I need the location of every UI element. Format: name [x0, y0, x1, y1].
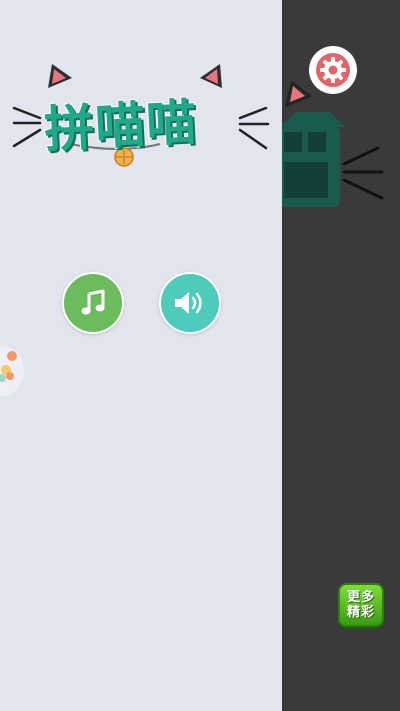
- game-screen: 更多 精彩 拼喵喵: [0, 0, 400, 711]
- more-games-label-line2: 精彩: [346, 605, 375, 620]
- background-title-logo: [280, 80, 384, 207]
- more-games-button[interactable]: 更多 精彩: [338, 583, 384, 627]
- music-toggle-button[interactable]: [62, 272, 124, 334]
- more-games-label-line1: 更多: [346, 590, 375, 605]
- speaker-volume-icon: [175, 292, 202, 314]
- game-title-logo: 拼喵喵: [10, 58, 272, 173]
- gear-icon: [316, 53, 350, 87]
- game-title: 拼喵喵: [42, 93, 199, 159]
- settings-button[interactable]: [309, 46, 357, 94]
- music-note-icon: [81, 289, 105, 315]
- sound-toggle-button[interactable]: [159, 272, 221, 334]
- decorative-candy-blob: [0, 346, 24, 396]
- settings-drawer: 拼喵喵: [0, 0, 282, 711]
